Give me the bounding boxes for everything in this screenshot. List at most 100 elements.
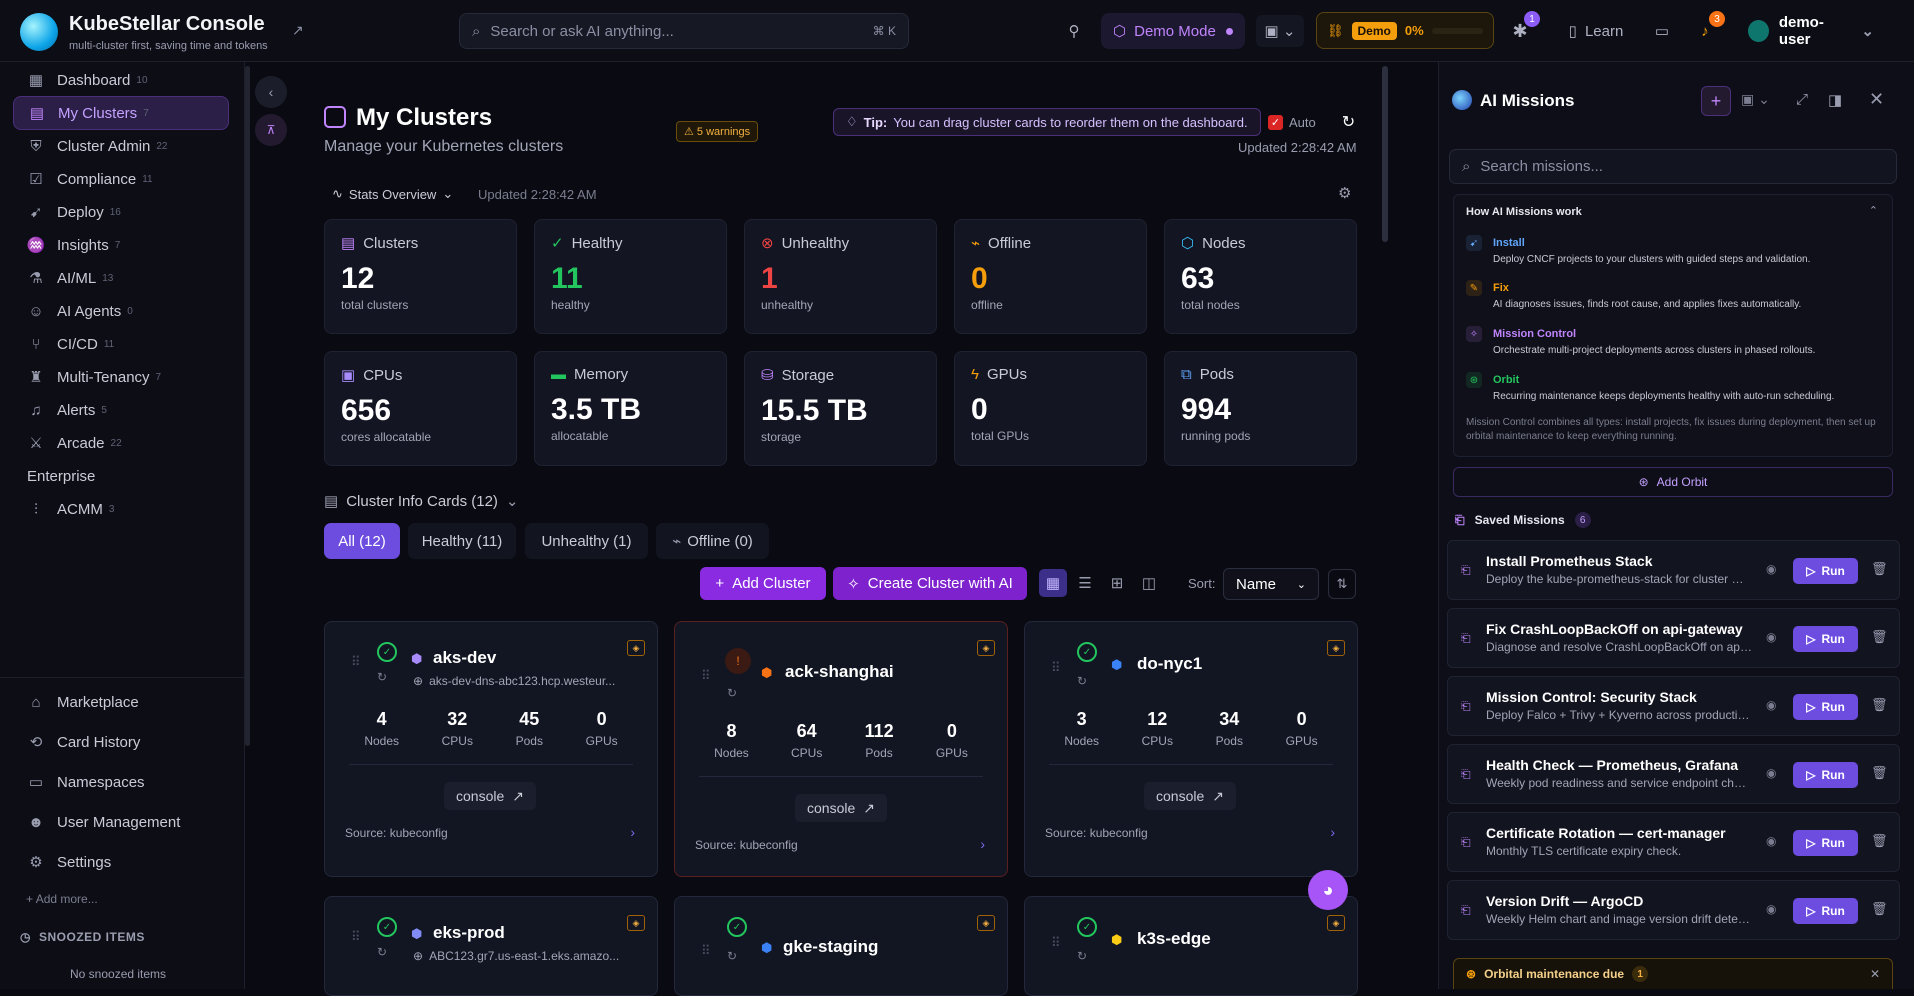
- stat-card-storage[interactable]: ⛁ Storage 15.5 TB storage: [744, 351, 937, 466]
- cluster-info-header[interactable]: ▤ Cluster Info Cards (12) ⌄: [324, 492, 519, 511]
- grid-view-icon[interactable]: ▦: [1039, 569, 1067, 597]
- stat-card-unhealthy[interactable]: ⊗ Unhealthy 1 unhealthy: [744, 219, 937, 334]
- drag-handle-icon[interactable]: ⠿: [701, 943, 711, 959]
- filter-tab-1[interactable]: Healthy (11): [408, 523, 516, 559]
- eye-icon[interactable]: ◉: [1766, 834, 1776, 848]
- stat-card-memory[interactable]: ▬ Memory 3.5 TB allocatable: [534, 351, 727, 466]
- trash-icon[interactable]: 🗑: [1871, 765, 1888, 781]
- sync-icon[interactable]: ↻: [1077, 949, 1087, 963]
- trash-icon[interactable]: 🗑: [1871, 629, 1888, 645]
- main-scrollbar[interactable]: [1382, 66, 1388, 242]
- chevron-right-icon[interactable]: ›: [630, 824, 635, 840]
- chevron-right-icon[interactable]: ›: [980, 836, 985, 852]
- console-button[interactable]: console ↗: [444, 782, 536, 810]
- sidebar-item-arcade[interactable]: ⚔ Arcade 22: [13, 426, 229, 460]
- shield-icon[interactable]: ◈: [977, 915, 995, 931]
- bookmark-icon[interactable]: ⎗: [1461, 563, 1471, 578]
- saved-mission-item[interactable]: ⎗ Install Prometheus Stack Deploy the ku…: [1447, 540, 1900, 600]
- stat-card-nodes[interactable]: ⬡ Nodes 63 total nodes: [1164, 219, 1357, 334]
- stat-card-pods[interactable]: ⧉ Pods 994 running pods: [1164, 351, 1357, 466]
- sidebar-item-card-history[interactable]: ⟲ Card History: [13, 725, 229, 759]
- close-icon[interactable]: ✕: [1870, 967, 1880, 981]
- eye-icon[interactable]: ◉: [1766, 698, 1776, 712]
- demo-mode-button[interactable]: ⬡ Demo Mode: [1101, 13, 1245, 49]
- learn-button[interactable]: ▯ Learn: [1561, 15, 1631, 47]
- bookmark-icon[interactable]: ⎗: [1461, 699, 1471, 714]
- run-mission-button[interactable]: ▷ Run: [1793, 694, 1858, 720]
- stat-card-healthy[interactable]: ✓ Healthy 11 healthy: [534, 219, 727, 334]
- bookmark-icon[interactable]: ⎗: [1461, 631, 1471, 646]
- agent-selector[interactable]: ▣ ⌄: [1256, 15, 1304, 47]
- saved-mission-item[interactable]: ⎗ Version Drift — ArgoCD Weekly Helm cha…: [1447, 880, 1900, 940]
- saved-mission-item[interactable]: ⎗ Certificate Rotation — cert-manager Mo…: [1447, 812, 1900, 872]
- cluster-card-eks-prod[interactable]: ⠿ ✓ ↻ ⬢ eks-prod ⊕ ABC123.gr7.us-east-1.eks.am…: [324, 896, 658, 996]
- sidebar-toggle-icon[interactable]: ◨: [1828, 91, 1842, 109]
- agent-selector-icon[interactable]: ▣ ⌄: [1741, 91, 1770, 108]
- new-mission-button[interactable]: +: [1701, 86, 1731, 116]
- palette-icon[interactable]: ◕: [1308, 870, 1348, 910]
- console-button[interactable]: console ↗: [1144, 782, 1236, 810]
- trash-icon[interactable]: 🗑: [1871, 833, 1888, 849]
- stat-card-gpus[interactable]: ϟ GPUs 0 total GPUs: [954, 351, 1147, 466]
- sidebar-item-alerts[interactable]: ♫ Alerts 5: [13, 393, 229, 427]
- global-search-input[interactable]: ⌕ Search or ask AI anything... ⌘ K: [459, 13, 909, 49]
- sync-icon[interactable]: ↻: [377, 945, 387, 959]
- drag-handle-icon[interactable]: ⠿: [701, 668, 711, 684]
- sidebar-item-cluster-admin[interactable]: ⛨ Cluster Admin 22: [13, 129, 229, 163]
- sync-icon[interactable]: ↻: [727, 686, 737, 700]
- shield-icon[interactable]: ◈: [627, 915, 645, 931]
- filter-tab-2[interactable]: Unhealthy (1): [525, 523, 648, 559]
- create-cluster-ai-button[interactable]: ✧ Create Cluster with AI: [833, 567, 1027, 600]
- eye-icon[interactable]: ◉: [1766, 630, 1776, 644]
- trash-icon[interactable]: 🗑: [1871, 561, 1888, 577]
- chevron-right-icon[interactable]: ›: [1330, 824, 1335, 840]
- saved-mission-item[interactable]: ⎗ Health Check — Prometheus, Grafana Wee…: [1447, 744, 1900, 804]
- columns-view-icon[interactable]: ◫: [1135, 569, 1163, 597]
- sidebar-item-ai-ml[interactable]: ⚗ AI/ML 13: [13, 261, 229, 295]
- cluster-card-k3s-edge[interactable]: ⠿ ✓ ↻ ⬢ k3s-edge ◈: [1024, 896, 1358, 996]
- add-orbit-button[interactable]: ⊛ Add Orbit: [1453, 467, 1893, 497]
- warnings-badge[interactable]: ⚠ 5 warnings: [676, 121, 759, 142]
- sidebar-item-my-clusters[interactable]: ▤ My Clusters 7: [13, 96, 229, 130]
- add-more-link[interactable]: + Add more...: [26, 892, 98, 906]
- sidebar-item-compliance[interactable]: ☑ Compliance 11: [13, 162, 229, 196]
- add-cluster-button[interactable]: + Add Cluster: [700, 567, 826, 600]
- sort-select[interactable]: Name ⌄: [1223, 568, 1319, 600]
- mission-search-input[interactable]: ⌕ Search missions...: [1449, 149, 1897, 184]
- shield-icon[interactable]: ◈: [627, 640, 645, 656]
- kubestellar-logo[interactable]: [20, 13, 58, 51]
- expand-icon[interactable]: ⤢: [1796, 91, 1808, 108]
- sidebar-item-enterprise[interactable]: Enterprise: [13, 459, 229, 493]
- snoozed-items-header[interactable]: ◷ SNOOZED ITEMS: [20, 930, 145, 944]
- bookmark-icon[interactable]: ⎗: [1461, 903, 1471, 918]
- sort-direction-button[interactable]: ⇅: [1328, 569, 1356, 599]
- sidebar-item-namespaces[interactable]: ▭ Namespaces: [13, 765, 229, 799]
- sidebar-item-user-management[interactable]: ☻ User Management: [13, 805, 229, 839]
- gear-icon[interactable]: ⚙: [1338, 184, 1351, 202]
- sync-icon[interactable]: ↻: [377, 670, 387, 684]
- sync-icon[interactable]: ↻: [1077, 674, 1087, 688]
- close-icon[interactable]: ✕: [1869, 89, 1884, 110]
- cluster-card-do-nyc1[interactable]: ⠿ ✓ ↻ ⬢ do-nyc1 ◈ 3 Nodes 12 CPUs 34 Pods 0 GPUs conso…: [1024, 621, 1358, 877]
- run-mission-button[interactable]: ▷ Run: [1793, 898, 1858, 924]
- run-mission-button[interactable]: ▷ Run: [1793, 558, 1858, 584]
- shield-icon[interactable]: ◈: [977, 640, 995, 656]
- auto-refresh-toggle[interactable]: ✓ Auto ↻: [1268, 112, 1355, 132]
- collapse-sidebar-button[interactable]: ‹: [255, 76, 287, 108]
- filter-icon[interactable]: ⚲: [1060, 15, 1088, 47]
- external-link-icon[interactable]: ↗: [292, 22, 304, 39]
- stat-card-offline[interactable]: ⌁ Offline 0 offline: [954, 219, 1147, 334]
- eye-icon[interactable]: ◉: [1766, 902, 1776, 916]
- filter-tab-3[interactable]: ⌁ Offline (0): [656, 523, 769, 559]
- filter-tab-0[interactable]: All (12): [324, 523, 400, 559]
- run-mission-button[interactable]: ▷ Run: [1793, 830, 1858, 856]
- token-usage[interactable]: ⛓ Demo 0%: [1316, 12, 1494, 49]
- run-mission-button[interactable]: ▷ Run: [1793, 626, 1858, 652]
- sidebar-scrollbar[interactable]: [245, 66, 250, 746]
- sidebar-item-ci-cd[interactable]: ⑂ CI/CD 11: [13, 327, 229, 361]
- eye-icon[interactable]: ◉: [1766, 766, 1776, 780]
- eye-icon[interactable]: ◉: [1766, 562, 1776, 576]
- refresh-icon[interactable]: ↻: [1342, 112, 1355, 132]
- drag-handle-icon[interactable]: ⠿: [351, 929, 361, 945]
- run-mission-button[interactable]: ▷ Run: [1793, 762, 1858, 788]
